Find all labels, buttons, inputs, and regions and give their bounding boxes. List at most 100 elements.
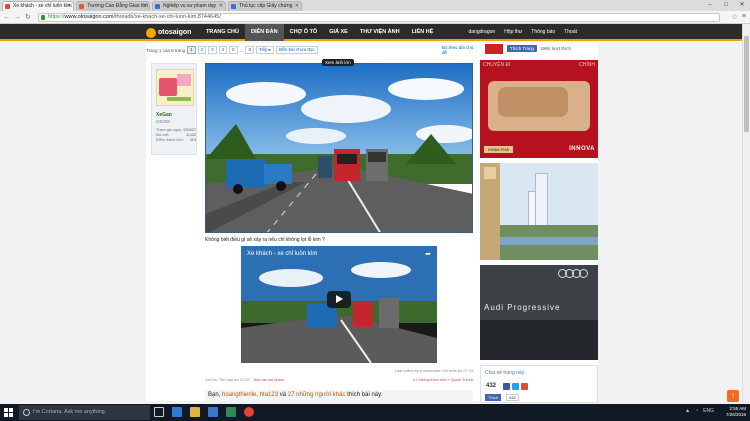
menu-item-market[interactable]: CHỢ Ô TÔ bbox=[284, 24, 324, 41]
close-tab-icon[interactable]: ✕ bbox=[67, 3, 71, 9]
share-icon[interactable]: ➦ bbox=[425, 250, 431, 258]
cortana-search-box[interactable]: I'm Cortana. Ask me anything. bbox=[19, 405, 150, 420]
browser-toolbar: ← → ↻ https://www.otosaigon.com/threads/… bbox=[0, 11, 750, 24]
audi-ad-banner[interactable]: Audi Progressive bbox=[480, 265, 598, 360]
close-window-icon[interactable]: ✕ bbox=[734, 0, 750, 11]
user-name-link[interactable]: dangdragon bbox=[468, 24, 495, 41]
site-favicon-icon bbox=[231, 4, 236, 9]
clock-date: 7/26/2016 bbox=[725, 412, 746, 417]
notifications-link[interactable]: Thông báo bbox=[531, 24, 555, 41]
app-icon[interactable] bbox=[226, 407, 236, 417]
edge-icon[interactable] bbox=[172, 407, 182, 417]
network-icon[interactable]: ▲ bbox=[685, 408, 690, 414]
likes-and: và bbox=[279, 392, 287, 398]
file-explorer-icon[interactable] bbox=[190, 407, 200, 417]
page-link[interactable]: 1 bbox=[187, 46, 196, 54]
tab-label: Trường Cao Đẳng Giao thô bbox=[87, 3, 148, 9]
audi-rings-icon bbox=[558, 269, 588, 278]
facebook-icon[interactable] bbox=[503, 383, 510, 390]
author-name[interactable]: XeGan bbox=[156, 112, 172, 118]
close-tab-icon[interactable]: ✕ bbox=[295, 3, 299, 9]
site-favicon-icon bbox=[79, 4, 84, 9]
menu-icon[interactable]: ≡ bbox=[742, 13, 746, 21]
likes-suffix: thích bài này. bbox=[347, 392, 383, 398]
stat-value: 113 bbox=[189, 138, 196, 142]
store-icon[interactable] bbox=[208, 407, 218, 417]
video-title[interactable]: Xe khách - xe chỉ luôn kìm bbox=[247, 251, 317, 257]
unwatch-thread-link[interactable]: Bỏ theo dõi chủ đề bbox=[442, 45, 476, 55]
report-link[interactable]: Báo cáo sai phạm bbox=[254, 378, 284, 382]
ad-explore-button[interactable]: KHÁM PHÁ bbox=[484, 146, 513, 153]
page-link[interactable]: 4 bbox=[218, 46, 228, 54]
back-icon[interactable]: ← bbox=[3, 13, 10, 22]
site-navbar: otosaigon TRANG CHỦ DIỄN ĐÀN CHỢ Ô TÔ GI… bbox=[0, 24, 742, 41]
post-photo[interactable] bbox=[205, 63, 473, 233]
clock[interactable]: 2:55 AM 7/26/2016 bbox=[726, 406, 746, 418]
browser-tab[interactable]: Nghiệp vụ sư phạm dạy ✕ bbox=[152, 1, 226, 11]
likes-users-link[interactable]: hoangthienle, hta123 bbox=[222, 392, 278, 398]
author-stats: Tham gia ngày: 23/4/07 Bài viết: 8,432 Điể… bbox=[156, 128, 196, 143]
reload-icon[interactable]: ↻ bbox=[25, 13, 31, 22]
forward-icon[interactable]: → bbox=[14, 13, 21, 22]
play-button[interactable] bbox=[327, 291, 351, 308]
search-placeholder: I'm Cortana. Ask me anything. bbox=[33, 409, 107, 415]
inbox-link[interactable]: Hộp thư bbox=[504, 24, 522, 41]
menu-item-home[interactable]: TRANG CHỦ bbox=[200, 24, 245, 41]
likes-others-link[interactable]: 27 những người khác bbox=[288, 392, 346, 398]
browser-tab[interactable]: Thủ tục cấp Giấy chứng ✕ bbox=[228, 1, 302, 11]
real-estate-ad-banner[interactable] bbox=[480, 163, 598, 260]
avatar[interactable] bbox=[156, 69, 194, 106]
logout-link[interactable]: Thoát bbox=[564, 24, 577, 41]
main-menu: TRANG CHỦ DIỄN ĐÀN CHỢ Ô TÔ GIÁ XE THƯ V… bbox=[200, 24, 439, 41]
address-bar[interactable]: https://www.otosaigon.com/threads/xe-kha… bbox=[38, 13, 720, 22]
scrollbar-thumb[interactable] bbox=[744, 36, 749, 132]
page-link[interactable]: 8 bbox=[245, 46, 254, 54]
fb-like-count: 196K lượt thích bbox=[540, 46, 571, 51]
page-link[interactable]: 2 bbox=[197, 46, 207, 54]
tab-label: Xe khách - xe chỉ luôn kìm bbox=[13, 3, 72, 9]
minimize-icon[interactable]: – bbox=[702, 0, 718, 11]
menu-item-forum[interactable]: DIỄN ĐÀN bbox=[245, 24, 284, 41]
innova-ad-banner[interactable]: CHUYỆN ĐI CHÍNH KHÁM PHÁ INNOVA bbox=[480, 60, 598, 158]
menu-item-prices[interactable]: GIÁ XE bbox=[323, 24, 354, 41]
share-count: 432 bbox=[486, 383, 497, 389]
menu-item-gallery[interactable]: THƯ VIỆN ẢNH bbox=[354, 24, 406, 41]
goto-unread-button[interactable]: Đến bài chưa đọc bbox=[276, 46, 318, 54]
maximize-icon[interactable]: □ bbox=[718, 0, 734, 11]
task-view-icon[interactable] bbox=[154, 407, 164, 417]
page-scrollbar[interactable] bbox=[742, 24, 750, 403]
stat-label: Điểm thành tích: bbox=[156, 138, 184, 142]
browser-tab-active[interactable]: Xe khách - xe chỉ luôn kìm ✕ bbox=[2, 1, 74, 11]
page-link[interactable]: 3 bbox=[208, 46, 217, 54]
chrome-icon[interactable] bbox=[244, 407, 254, 417]
url-host: www.otosaigon.com bbox=[64, 14, 114, 20]
browser-tab[interactable]: Trường Cao Đẳng Giao thô ✕ bbox=[76, 1, 150, 11]
close-tab-icon[interactable]: ✕ bbox=[219, 3, 223, 9]
post-number[interactable]: #1 bbox=[413, 378, 417, 382]
cortana-icon bbox=[23, 409, 30, 416]
twitter-icon[interactable] bbox=[512, 383, 519, 390]
star-icon[interactable]: ☆ bbox=[732, 13, 738, 21]
embedded-video[interactable]: Xe khách - xe chỉ luôn kìm ➦ bbox=[241, 246, 437, 363]
logo-mark-icon bbox=[146, 27, 156, 38]
google-plus-icon[interactable] bbox=[521, 383, 528, 390]
page-link[interactable]: 5 bbox=[229, 46, 238, 54]
site-logo[interactable]: otosaigon bbox=[146, 27, 191, 38]
post-caption: Không biết điều gì sẽ xảy ra nếu chỉ khô… bbox=[205, 237, 325, 243]
language-indicator[interactable]: ENG bbox=[703, 408, 714, 414]
fb-like-page-button[interactable]: Thích Trang bbox=[507, 45, 538, 52]
start-icon[interactable] bbox=[4, 408, 13, 417]
next-page-button[interactable]: Tiếp ▸ bbox=[255, 46, 275, 54]
close-tab-icon[interactable]: ✕ bbox=[143, 3, 147, 9]
logo-text: otosaigon bbox=[158, 29, 192, 36]
volume-icon[interactable]: ◔ bbox=[695, 408, 698, 414]
play-icon bbox=[336, 295, 343, 303]
back-to-top-icon[interactable]: ↑ bbox=[727, 390, 739, 402]
share-page-box: Chia sẻ trang này 432 Thích 432 bbox=[480, 365, 598, 403]
url-scheme: https:// bbox=[48, 14, 65, 20]
fb-like-button[interactable]: Thích bbox=[485, 394, 502, 401]
edited-note: Last edited by a moderator: Chỉ nhật lúc… bbox=[395, 369, 473, 373]
post-actions[interactable]: Không thích nữa + Quote Trả lời bbox=[418, 378, 473, 382]
ad-brand: Audi Progressive bbox=[484, 303, 561, 312]
menu-item-contact[interactable]: LIÊN HỆ bbox=[406, 24, 440, 41]
